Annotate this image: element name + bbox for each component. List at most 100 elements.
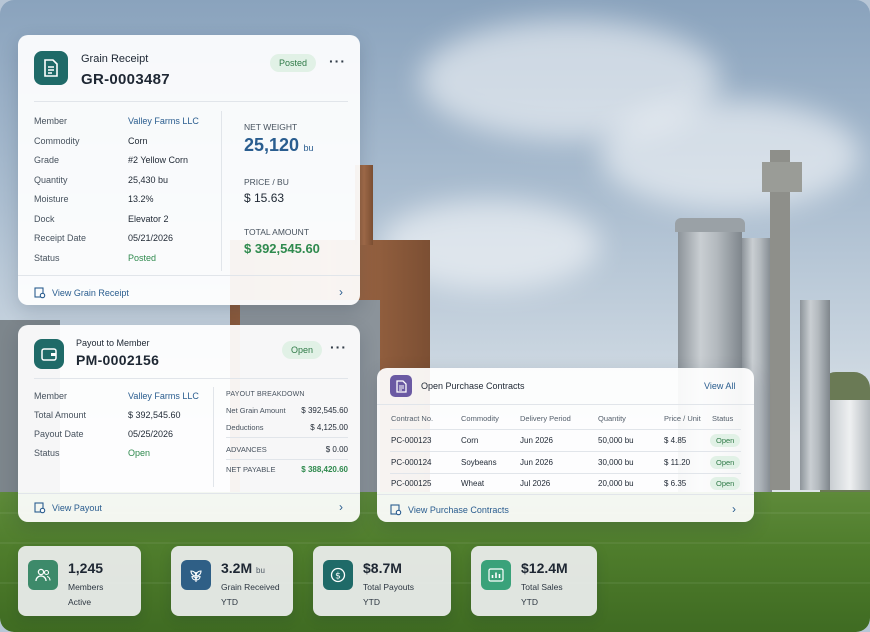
divider xyxy=(390,429,741,430)
status-badge: Open xyxy=(710,434,741,447)
table-cell-no: PC-000124 xyxy=(391,457,432,467)
divider xyxy=(213,387,214,487)
stat-sublabel: YTD xyxy=(363,597,380,607)
stat-value: 3.2M bu xyxy=(221,560,265,576)
footer-link-label: View Grain Receipt xyxy=(52,288,129,298)
table-cell-price: $ 4.85 xyxy=(664,436,687,445)
stat-label: Total Payouts xyxy=(363,582,415,592)
column-header: Quantity xyxy=(598,414,626,423)
table-cell-commodity: Soybeans xyxy=(461,457,497,467)
field-row: Moisture 13.2% xyxy=(34,194,154,204)
payout-search-icon xyxy=(34,502,46,514)
payout-number: PM-0002156 xyxy=(76,352,160,368)
more-menu-icon[interactable]: ··· xyxy=(330,339,347,355)
column-header: Delivery Period xyxy=(520,414,571,423)
svg-text:$: $ xyxy=(335,572,341,582)
receipt-number: GR-0003487 xyxy=(81,71,170,88)
field-row: Status Posted xyxy=(34,253,156,263)
view-all-link[interactable]: View All xyxy=(704,381,735,391)
price-value: $ 15.63 xyxy=(244,191,285,205)
document-icon xyxy=(34,51,68,85)
view-purchase-contracts-link[interactable]: View Purchase Contracts xyxy=(390,504,509,516)
payout-card: Payout to Member PM-0002156 Open ··· Mem… xyxy=(18,325,360,522)
table-cell-quantity: 20,000 bu xyxy=(598,479,634,488)
field-value: Elevator 2 xyxy=(128,213,169,224)
stat-sublabel: YTD xyxy=(221,597,238,607)
stat-value: $8.7M xyxy=(363,560,402,576)
total-amount-value: $ 392,545.60 xyxy=(244,241,320,256)
field-label: Payout Date xyxy=(34,429,84,439)
grain-icon xyxy=(181,560,211,590)
breakdown-label: Deductions xyxy=(226,423,264,432)
stat-number: $8.7M xyxy=(363,560,402,576)
contract-document-icon xyxy=(390,375,412,397)
field-value: $ 392,545.60 xyxy=(128,410,181,420)
field-value: Open xyxy=(128,448,151,458)
elevator-tower xyxy=(770,150,790,490)
stat-card: 1,245 Members Active xyxy=(18,546,141,616)
footer-link-label: View Purchase Contracts xyxy=(408,505,509,515)
total-amount-label: TOTAL AMOUNT xyxy=(244,227,310,237)
stat-label: Members xyxy=(68,582,104,592)
chevron-right-icon[interactable]: › xyxy=(339,500,343,514)
field-value[interactable]: Valley Farms LLC xyxy=(128,116,199,126)
view-payout-link[interactable]: View Payout xyxy=(34,502,102,514)
column-header: Price / Unit xyxy=(664,414,701,423)
field-value: 13.2% xyxy=(128,194,154,204)
table-cell-price: $ 6.35 xyxy=(664,479,687,488)
price-label: PRICE / BU xyxy=(244,177,289,187)
table-cell-period: Jun 2026 xyxy=(520,436,553,445)
stat-card: $ $8.7M Total Payouts YTD xyxy=(313,546,451,616)
breakdown-value: $ 388,420.60 xyxy=(301,465,348,474)
field-value[interactable]: Valley Farms LLC xyxy=(128,391,199,401)
field-label: Member xyxy=(34,391,68,401)
table-cell-no: PC-000123 xyxy=(391,436,432,445)
members-icon xyxy=(28,560,58,590)
status-badge: Open xyxy=(282,341,323,359)
column-header: Contract No. xyxy=(391,414,434,423)
field-row: Member Valley Farms LLC xyxy=(34,116,199,126)
grain-receipt-card: Grain Receipt GR-0003487 Posted ··· Memb… xyxy=(18,35,360,305)
divider xyxy=(377,404,754,405)
footer-link-label: View Payout xyxy=(52,503,102,513)
field-value: 25,430 bu xyxy=(128,174,169,185)
status-badge: Open xyxy=(710,455,741,469)
breakdown-value: $ 0.00 xyxy=(325,445,348,454)
stat-unit: bu xyxy=(256,566,265,575)
stat-value: $12.4M xyxy=(521,560,568,576)
field-row: Commodity Corn xyxy=(34,136,148,146)
chevron-right-icon[interactable]: › xyxy=(732,502,736,516)
card-title: Open Purchase Contracts xyxy=(421,381,525,391)
column-header: Status xyxy=(712,414,734,423)
divider xyxy=(226,437,348,438)
stat-number: 3.2M xyxy=(221,560,253,576)
stat-value: 1,245 xyxy=(68,560,103,576)
divider xyxy=(377,494,754,495)
tank xyxy=(830,400,870,490)
field-label: Dock xyxy=(34,213,55,224)
stat-label: Total Sales xyxy=(521,582,563,592)
tower-head xyxy=(762,162,802,192)
breakdown-value: $ 4,125.00 xyxy=(310,423,348,432)
field-value: Posted xyxy=(128,252,157,263)
more-menu-icon[interactable]: ··· xyxy=(329,53,346,69)
table-cell-no: PC-000125 xyxy=(391,479,432,488)
field-row: Receipt Date 05/21/2026 xyxy=(34,233,173,243)
stat-card: $12.4M Total Sales YTD xyxy=(471,546,597,616)
silo xyxy=(800,300,830,490)
field-row: Status Open xyxy=(34,448,150,458)
chevron-right-icon[interactable]: › xyxy=(339,285,343,299)
table-cell-quantity: 30,000 bu xyxy=(598,457,634,467)
field-label: Member xyxy=(34,116,68,126)
view-grain-receipt-link[interactable]: View Grain Receipt xyxy=(34,287,129,299)
chart-icon xyxy=(481,560,511,590)
divider xyxy=(18,493,360,494)
purchase-contracts-card: Open Purchase Contracts View All Contrac… xyxy=(377,368,754,522)
field-label: Grade xyxy=(34,155,60,165)
cloud xyxy=(600,100,860,210)
field-label: Quantity xyxy=(34,174,68,185)
table-cell-period: Jul 2026 xyxy=(520,479,551,488)
field-value: 05/21/2026 xyxy=(128,233,174,243)
net-weight-value: 25,120 xyxy=(244,135,300,155)
net-weight: 25,120 bu xyxy=(244,135,314,156)
